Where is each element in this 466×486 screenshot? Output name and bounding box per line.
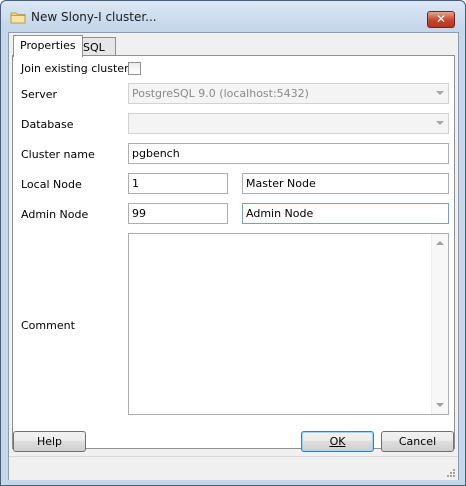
cluster-name-input[interactable]: pgbench (128, 143, 449, 164)
join-existing-label: Join existing cluster (21, 62, 129, 75)
comment-label: Comment (21, 319, 75, 332)
admin-node-label: Admin Node (21, 208, 89, 221)
chevron-down-icon (436, 91, 444, 95)
help-button[interactable]: Help (13, 431, 86, 452)
comment-scrollbar[interactable] (431, 234, 448, 414)
title-bar: New Slony-I cluster... ✕ (1, 1, 465, 31)
local-node-name-input[interactable]: Master Node (242, 173, 449, 194)
local-node-label: Local Node (21, 178, 82, 191)
folder-icon (10, 12, 26, 24)
server-select[interactable]: PostgreSQL 9.0 (localhost:5432) (128, 83, 449, 104)
join-existing-checkbox[interactable] (128, 62, 141, 75)
dialog-body: Properties SQL Join existing cluster Ser… (8, 32, 459, 480)
window-title: New Slony-I cluster... (31, 10, 157, 24)
tab-properties[interactable]: Properties (13, 35, 83, 57)
server-label: Server (21, 88, 58, 101)
database-label: Database (21, 118, 74, 131)
tab-sql-label: SQL (83, 41, 105, 54)
admin-node-id-input[interactable]: 99 (128, 203, 228, 224)
status-bar (9, 456, 458, 480)
scroll-down-icon[interactable] (436, 403, 444, 407)
server-value: PostgreSQL 9.0 (localhost:5432) (132, 87, 309, 100)
database-select[interactable] (128, 113, 449, 134)
properties-panel: Join existing cluster Server PostgreSQL … (12, 55, 455, 449)
close-button[interactable]: ✕ (427, 11, 455, 28)
admin-node-name-input[interactable]: Admin Node (242, 203, 449, 224)
dialog-window: New Slony-I cluster... ✕ Properties SQL … (0, 0, 466, 486)
tab-properties-label: Properties (20, 39, 76, 52)
local-node-id-input[interactable]: 1 (128, 173, 228, 194)
ok-button-label: OK (329, 435, 346, 448)
resize-grip-icon[interactable] (445, 467, 455, 477)
ok-button[interactable]: OK (301, 431, 374, 452)
comment-textarea[interactable] (128, 233, 449, 415)
scroll-up-icon[interactable] (436, 241, 444, 245)
cancel-button-label: Cancel (398, 435, 437, 448)
chevron-down-icon (436, 121, 444, 125)
close-icon: ✕ (435, 12, 447, 26)
cancel-button[interactable]: Cancel (381, 431, 454, 452)
cluster-name-label: Cluster name (21, 148, 95, 161)
